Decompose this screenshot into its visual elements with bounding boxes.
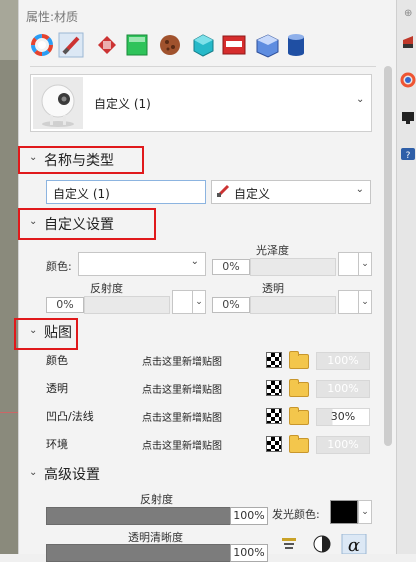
clarity-bar[interactable]: [46, 544, 232, 562]
collapse-chevron-icon[interactable]: ⌄: [29, 216, 37, 227]
section-title-maps: 贴图: [44, 325, 72, 341]
section-title-advanced: 高级设置: [44, 467, 100, 483]
map-row-label: 环境: [46, 438, 68, 451]
checker-icon[interactable]: [266, 380, 282, 396]
checker-icon[interactable]: [266, 408, 282, 424]
section-title-name-type: 名称与类型: [44, 153, 114, 169]
checker-icon[interactable]: [266, 436, 282, 452]
transparency-value[interactable]: 0%: [212, 297, 250, 313]
folder-icon[interactable]: [289, 435, 309, 453]
map-row-label: 透明: [46, 382, 68, 395]
folder-icon[interactable]: [289, 379, 309, 397]
panel-scrollbar[interactable]: [384, 66, 392, 446]
color-wheel-icon[interactable]: [31, 34, 53, 56]
right-tab-strip: ?: [396, 0, 416, 554]
sphere-icon[interactable]: [160, 35, 180, 55]
map-strength-value[interactable]: 100%: [316, 380, 370, 398]
type-dropdown-icon[interactable]: ⌄: [356, 184, 364, 195]
preview-dropdown-icon[interactable]: ⌄: [356, 94, 364, 105]
adv-reflect-label: 反射度: [140, 493, 173, 506]
emit-color-label: 发光颜色:: [272, 508, 320, 521]
crystal-icon[interactable]: [256, 34, 279, 58]
monitor-tab-icon[interactable]: [402, 112, 414, 124]
clarity-value[interactable]: 100%: [230, 544, 268, 562]
transparency-label: 透明: [262, 282, 284, 295]
gloss-slider[interactable]: [250, 258, 336, 276]
reflect-value[interactable]: 0%: [46, 297, 84, 313]
clarity-label: 透明清晰度: [128, 531, 183, 544]
alpha-icon[interactable]: α: [341, 534, 367, 554]
reflect-slider[interactable]: [84, 296, 170, 314]
material-thumbnail: [33, 77, 83, 129]
preview-material-name: 自定义 (1): [94, 97, 151, 111]
panel-title: 属性:材质: [26, 10, 79, 24]
map-row-label: 颜色: [46, 354, 68, 367]
map-strength-value[interactable]: 100%: [316, 352, 370, 370]
section-title-custom-settings: 自定义设置: [44, 217, 114, 233]
reflect-color-dropdown-icon[interactable]: ⌄: [192, 290, 206, 314]
material-type-select[interactable]: 自定义 ⌄: [211, 180, 371, 204]
adv-reflect-value[interactable]: 100%: [230, 507, 268, 525]
transparency-color-dropdown-icon[interactable]: ⌄: [358, 290, 372, 314]
emit-color-dropdown-icon[interactable]: ⌄: [358, 500, 372, 524]
adv-reflect-bar[interactable]: [46, 507, 232, 525]
folder-icon[interactable]: [289, 351, 309, 369]
cylinder-icon[interactable]: [288, 34, 304, 56]
pin-icon[interactable]: ⊕: [404, 8, 412, 19]
material-preview[interactable]: [30, 74, 372, 132]
transparency-color-swatch[interactable]: [338, 290, 360, 314]
material-tab-icon[interactable]: [403, 36, 413, 48]
color-tab-icon[interactable]: [400, 72, 416, 88]
help-tab-icon[interactable]: ?: [401, 148, 415, 161]
reflect-label: 反射度: [90, 282, 123, 295]
toolbar-divider: [30, 66, 376, 67]
add-map-link[interactable]: 点击这里新增贴图: [142, 381, 222, 396]
brush-icon[interactable]: [58, 32, 84, 58]
folder-icon[interactable]: [289, 407, 309, 425]
green-square-icon[interactable]: [126, 34, 148, 56]
collapse-chevron-icon[interactable]: ⌄: [29, 152, 37, 163]
contrast-sphere-icon[interactable]: [313, 535, 331, 553]
material-name-input[interactable]: 自定义 (1): [46, 180, 206, 204]
checker-icon[interactable]: [266, 352, 282, 368]
color-dropdown-icon[interactable]: ⌄: [191, 256, 199, 267]
gloss-value[interactable]: 0%: [212, 259, 250, 275]
add-map-link[interactable]: 点击这里新增贴图: [142, 409, 222, 424]
transparency-slider[interactable]: [250, 296, 336, 314]
lamp-icon[interactable]: [282, 538, 296, 549]
svg-text:α: α: [348, 535, 360, 554]
add-map-link[interactable]: 点击这里新增贴图: [142, 437, 222, 452]
emit-color-swatch[interactable]: [330, 500, 358, 524]
add-map-link[interactable]: 点击这里新增贴图: [142, 353, 222, 368]
map-strength-value[interactable]: 30%: [316, 408, 370, 426]
gloss-color-dropdown-icon[interactable]: ⌄: [358, 252, 372, 276]
map-strength-value[interactable]: 100%: [316, 436, 370, 454]
collapse-chevron-icon[interactable]: ⌄: [29, 325, 37, 336]
gloss-label: 光泽度: [256, 244, 289, 257]
viewport-edge: [0, 0, 18, 554]
map-row-label: 凹凸/法线: [46, 410, 94, 423]
red-box-icon[interactable]: [222, 35, 246, 55]
gloss-color-swatch[interactable]: [338, 252, 360, 276]
advanced-icons: α: [282, 534, 367, 554]
paint-bucket-icon[interactable]: [98, 36, 116, 54]
svg-text:?: ?: [406, 151, 411, 161]
teal-box-icon[interactable]: [193, 34, 214, 57]
collapse-chevron-icon[interactable]: ⌄: [29, 467, 37, 478]
reflect-color-swatch[interactable]: [172, 290, 194, 314]
type-icon: [216, 184, 230, 201]
color-label: 颜色:: [46, 260, 72, 273]
base-color-select[interactable]: ⌄: [78, 252, 206, 276]
